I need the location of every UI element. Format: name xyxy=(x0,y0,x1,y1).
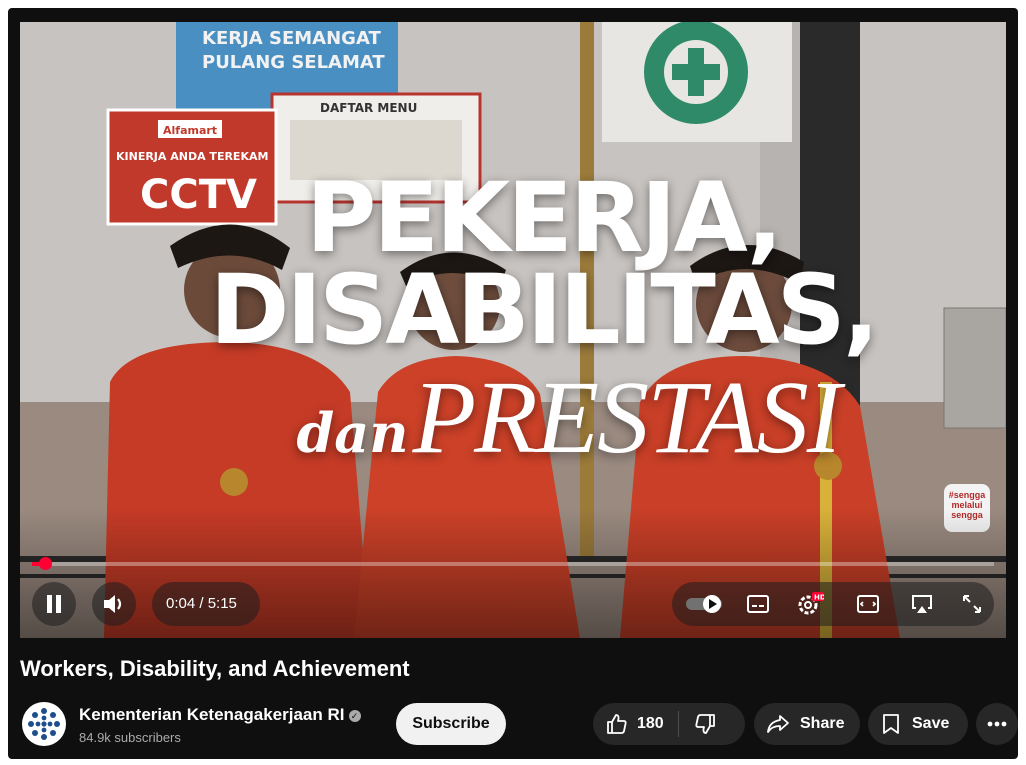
progress-scrubber[interactable] xyxy=(39,557,52,570)
svg-text:Alfamart: Alfamart xyxy=(163,124,217,137)
overlay-dan: dan xyxy=(296,401,409,465)
fullscreen-icon xyxy=(963,595,981,613)
volume-icon xyxy=(104,595,122,613)
progress-bar[interactable] xyxy=(32,557,994,570)
save-button[interactable]: Save xyxy=(868,703,968,745)
miniplayer-button[interactable] xyxy=(848,584,888,624)
thumbs-down-icon xyxy=(695,714,715,734)
settings-button[interactable]: HD xyxy=(790,584,830,624)
svg-text:PULANG SELAMAT: PULANG SELAMAT xyxy=(202,52,385,73)
video-player[interactable]: KERJA SEMANGAT PULANG SELAMAT DAFTAR MEN… xyxy=(20,22,1006,638)
channel-name[interactable]: Kementerian Ketenagakerjaan RI ✓ xyxy=(79,705,361,725)
video-title: Workers, Disability, and Achievement xyxy=(20,656,410,681)
subscriber-count: 84.9k subscribers xyxy=(79,730,181,745)
autoplay-toggle-icon xyxy=(686,595,722,613)
time-display: 0:04 / 5:15 xyxy=(166,595,237,612)
svg-text:DAFTAR MENU: DAFTAR MENU xyxy=(320,101,417,115)
like-count: 180 xyxy=(637,715,664,732)
share-button[interactable]: Share xyxy=(754,703,860,745)
volume-pill xyxy=(92,582,136,626)
fullscreen-button[interactable] xyxy=(952,584,992,624)
subtitles-button[interactable] xyxy=(738,584,778,624)
save-label: Save xyxy=(912,715,950,732)
volume-button[interactable] xyxy=(94,584,134,624)
pause-button[interactable] xyxy=(34,584,74,624)
verified-check-icon: ✓ xyxy=(348,710,361,722)
ministry-logo-icon xyxy=(25,705,63,743)
subscribe-button[interactable]: Subscribe xyxy=(396,703,506,745)
youtube-watch-frame: KERJA SEMANGAT PULANG SELAMAT DAFTAR MEN… xyxy=(8,8,1018,759)
video-overlay-title: PEKERJA, DISABILITAS, danPRESTASI xyxy=(20,162,1006,477)
miniplayer-icon xyxy=(857,595,879,613)
right-controls-pill: HD xyxy=(672,582,994,626)
more-actions-button[interactable] xyxy=(976,703,1018,745)
channel-name-text: Kementerian Ketenagakerjaan RI xyxy=(79,705,345,724)
like-button[interactable]: 180 xyxy=(593,703,678,745)
channel-avatar[interactable] xyxy=(22,702,66,746)
pause-icon xyxy=(47,595,61,613)
share-label: Share xyxy=(800,715,845,732)
play-pause-pill xyxy=(32,582,76,626)
more-horizontal-icon xyxy=(987,721,1007,727)
hd-badge: HD xyxy=(814,594,824,602)
airplay-button[interactable] xyxy=(902,584,942,624)
bookmark-icon xyxy=(883,714,899,734)
autoplay-toggle[interactable] xyxy=(680,584,732,624)
svg-text:KINERJA ANDA TEREKAM: KINERJA ANDA TEREKAM xyxy=(116,150,268,163)
overlay-line-2: DISABILITAS, xyxy=(209,254,880,366)
airplay-icon xyxy=(912,595,932,613)
thumbs-up-icon xyxy=(607,714,627,734)
settings-gear-icon: HD xyxy=(798,592,824,615)
dislike-button[interactable] xyxy=(679,703,731,745)
overlay-prestasi: PRESTASI xyxy=(412,360,842,475)
svg-text:KERJA SEMANGAT: KERJA SEMANGAT xyxy=(202,28,381,49)
overlay-line-1: PEKERJA, xyxy=(305,162,783,274)
share-arrow-icon xyxy=(767,715,789,733)
overlay-line-3: danPRESTASI xyxy=(130,358,1006,477)
like-dislike-group: 180 xyxy=(593,703,745,745)
subtitles-icon xyxy=(747,595,769,613)
